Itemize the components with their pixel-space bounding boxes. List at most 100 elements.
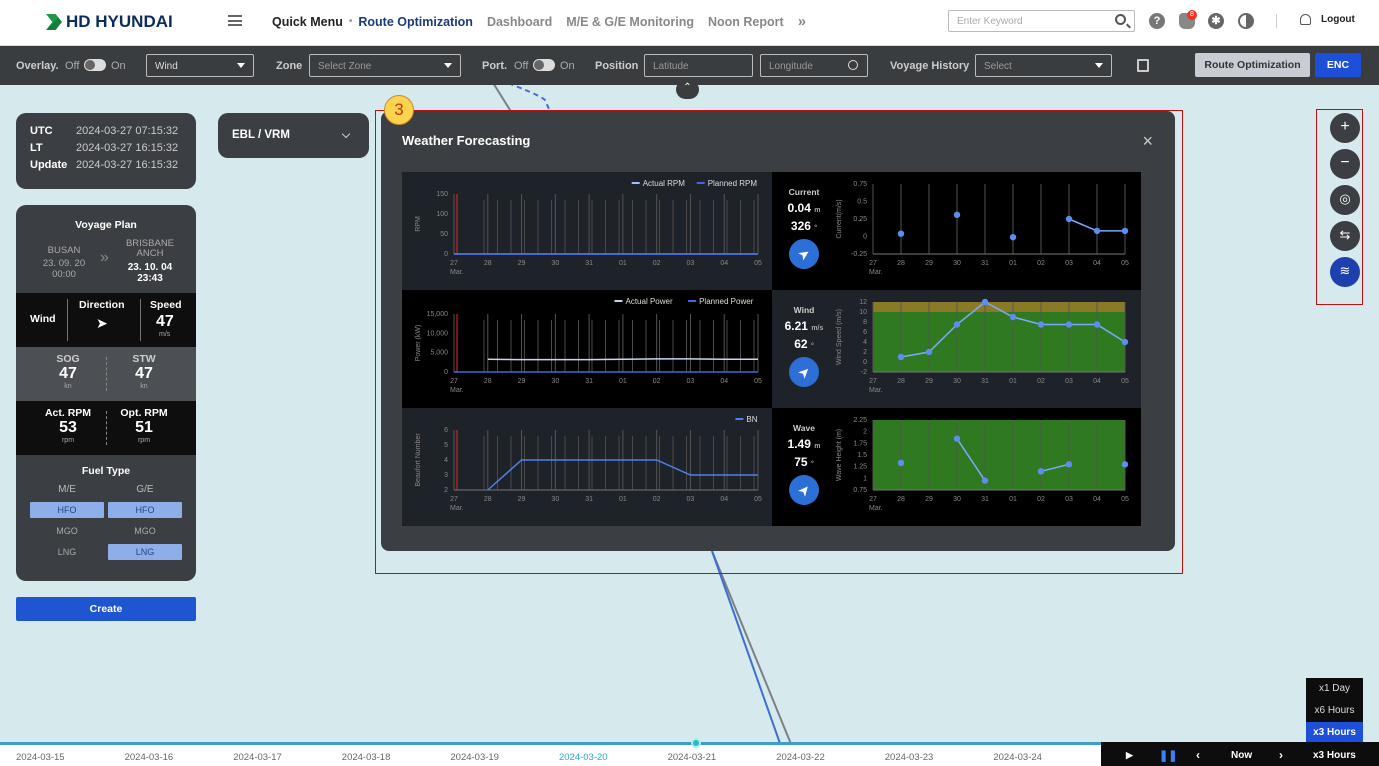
chevron-up-icon: ⌃: [683, 82, 692, 93]
nav-quick-menu[interactable]: Quick Menu: [272, 15, 343, 29]
speed-selector[interactable]: x3 Hours: [1313, 750, 1356, 761]
timeline-date[interactable]: 2024-03-23: [885, 752, 994, 763]
logout-button[interactable]: Logout: [1300, 14, 1355, 25]
port-on-label: On: [560, 60, 575, 72]
nav-more-icon[interactable]: »: [798, 13, 806, 30]
zoom-out-icon[interactable]: −: [1330, 149, 1360, 179]
main-nav: Quick Menu • Route Optimization Dashboar…: [272, 13, 806, 30]
search-icon[interactable]: [848, 60, 858, 70]
pause-icon[interactable]: ❚❚: [1159, 749, 1177, 762]
timeline-date[interactable]: 2024-03-16: [125, 752, 234, 763]
overlay-toggle[interactable]: [84, 59, 106, 71]
chevron-down-icon: [237, 63, 245, 68]
nav-me-ge-monitoring[interactable]: M/E & G/E Monitoring: [566, 15, 694, 29]
ge-mgo-option[interactable]: MGO: [108, 523, 182, 539]
zoom-in-icon[interactable]: +: [1330, 113, 1360, 143]
gear-icon[interactable]: ✱: [1208, 13, 1224, 29]
create-button[interactable]: Create: [16, 597, 196, 621]
speed-option-6hours[interactable]: x6 Hours: [1306, 700, 1363, 722]
time-panel: UTC 2024-03-27 07:15:32 LT 2024-03-27 16:1…: [16, 113, 196, 189]
collapse-toolbar-button[interactable]: ⌃: [676, 80, 699, 99]
theme-icon[interactable]: [1238, 13, 1254, 29]
divider: [140, 299, 141, 341]
stw-value: 47: [135, 365, 153, 382]
highlight-box: [375, 110, 1183, 574]
stw-unit: kn: [140, 383, 148, 390]
me-mgo-option[interactable]: MGO: [30, 523, 104, 539]
speed-option-1day[interactable]: x1 Day: [1306, 678, 1363, 700]
speed-option-3hours[interactable]: x3 Hours: [1306, 722, 1363, 744]
latitude-input[interactable]: Latitude: [644, 54, 753, 77]
destination-time: 23:43: [137, 273, 163, 284]
me-hfo-option[interactable]: HFO: [30, 502, 104, 518]
logout-label: Logout: [1321, 14, 1355, 25]
position-label: Position: [595, 60, 639, 72]
weather-icon[interactable]: ≋: [1330, 257, 1360, 287]
menu-icon[interactable]: [228, 15, 242, 26]
map-icon[interactable]: [1137, 59, 1149, 72]
enc-button[interactable]: ENC: [1315, 53, 1361, 77]
destination-port: BRISBANE ANCH: [125, 238, 175, 259]
voyage-history-select[interactable]: Select: [975, 54, 1112, 77]
chevron-left-icon[interactable]: ‹: [1196, 748, 1200, 762]
update-value: 2024-03-27 16:15:32: [76, 159, 179, 171]
timeline-date[interactable]: 2024-03-17: [233, 752, 342, 763]
divider: [67, 299, 68, 341]
brand-logo[interactable]: HD HYUNDAI: [46, 12, 173, 32]
overlay-select-value: Wind: [155, 61, 178, 72]
nav-dashboard[interactable]: Dashboard: [487, 15, 552, 29]
zone-placeholder: Select Zone: [318, 61, 372, 72]
route-optimization-button[interactable]: Route Optimization: [1195, 53, 1310, 77]
search-icon[interactable]: [1115, 14, 1126, 25]
nav-noon-report[interactable]: Noon Report: [708, 15, 784, 29]
act-rpm-unit: rpm: [61, 437, 75, 444]
ge-lng-option[interactable]: LNG: [108, 544, 182, 560]
playback-speed-menu: x1 Day x6 Hours x3 Hours: [1306, 678, 1363, 744]
act-rpm-value: 53: [59, 419, 77, 436]
nav-route-optimization[interactable]: Route Optimization: [358, 15, 473, 29]
sog-label: SOG: [56, 353, 80, 365]
chevron-right-icon[interactable]: ›: [1279, 748, 1283, 762]
divider: [106, 411, 107, 445]
origin-time: 00:00: [52, 269, 76, 280]
notification-badge: 8: [1187, 10, 1197, 20]
ge-hfo-option[interactable]: HFO: [108, 502, 182, 518]
target-icon[interactable]: ◎: [1330, 185, 1360, 215]
lt-label: LT: [30, 142, 43, 154]
timeline-date-active[interactable]: 2024-03-20: [559, 752, 668, 763]
opt-rpm-value: 51: [135, 419, 153, 436]
sog-unit: kn: [64, 383, 72, 390]
voyage-plan-panel: Voyage Plan BUSAN 23. 09. 20 00:00 » BRISB…: [16, 205, 196, 581]
ebl-vrm-dropdown[interactable]: EBL / VRM: [218, 113, 369, 158]
playback-controls: ▶ ❚❚ ‹ Now › x3 Hours: [1101, 742, 1379, 766]
route-icon[interactable]: ⇆: [1330, 221, 1360, 251]
wind-label: Wind: [30, 313, 56, 325]
zone-label: Zone: [276, 60, 303, 72]
stw-label: STW: [132, 353, 156, 365]
timeline-date[interactable]: 2024-03-15: [16, 752, 125, 763]
timeline-date[interactable]: 2024-03-22: [776, 752, 885, 763]
timeline-date[interactable]: 2024-03-21: [668, 752, 777, 763]
destination-date: 23. 10. 04: [127, 262, 173, 273]
wind-block: Wind Direction ➤ Speed 47 m/s: [16, 293, 196, 347]
origin-date: 23. 09. 20: [42, 258, 86, 269]
timeline-date[interactable]: 2024-03-19: [450, 752, 559, 763]
port-toggle[interactable]: [533, 59, 555, 71]
now-button[interactable]: Now: [1231, 750, 1252, 761]
me-lng-option[interactable]: LNG: [30, 544, 104, 560]
zone-select[interactable]: Select Zone: [309, 54, 461, 77]
speed-unit: m/s: [159, 331, 171, 338]
timeline-handle[interactable]: [691, 738, 701, 748]
chevron-down-icon: [444, 63, 452, 68]
longitude-input[interactable]: Longitude: [760, 54, 868, 77]
overlay-on-label: On: [111, 60, 126, 72]
sog-stw-block: SOG 47 kn STW 47 kn: [16, 347, 196, 401]
user-icon: [1300, 14, 1311, 25]
timeline-date[interactable]: 2024-03-24: [993, 752, 1102, 763]
overlay-off-label: Off: [65, 60, 80, 72]
overlay-select[interactable]: Wind: [146, 54, 254, 77]
play-icon[interactable]: ▶: [1126, 750, 1133, 761]
timeline-date[interactable]: 2024-03-18: [342, 752, 451, 763]
help-icon[interactable]: ?: [1149, 13, 1165, 29]
search-input[interactable]: Enter Keyword: [948, 10, 1135, 32]
